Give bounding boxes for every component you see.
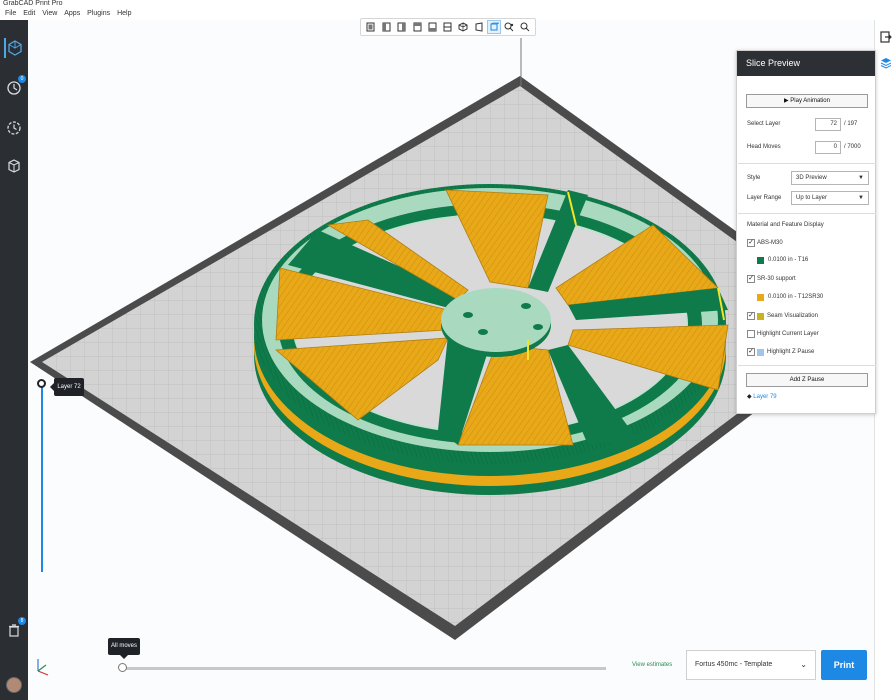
printer-select[interactable]: Fortus 450mc - Template ⌄ — [686, 650, 816, 680]
pause-item[interactable]: ◆ Layer 79 — [747, 393, 777, 400]
style-label: Style — [747, 175, 761, 181]
select-layer-label: Select Layer — [747, 121, 781, 127]
menu-help[interactable]: Help — [117, 8, 131, 20]
head-moves-input[interactable]: 0 — [815, 141, 841, 154]
seam-label: Seam Visualization — [767, 313, 818, 319]
moves-tooltip: All moves — [108, 638, 140, 659]
zoom-icon[interactable] — [518, 20, 532, 34]
support-sub: 0.0100 in - T12SR30 — [768, 294, 824, 300]
axes-gizmo-icon — [32, 655, 54, 677]
slice-preview-panel: Slice Preview ▶ Play Animation Select La… — [736, 50, 876, 414]
layer-slider-track[interactable] — [41, 382, 43, 572]
highlight-layer-label: Highlight Current Layer — [757, 331, 819, 337]
right-strip — [874, 20, 896, 700]
divider — [738, 365, 876, 366]
trash-icon[interactable]: 8 — [4, 617, 26, 640]
menu-apps[interactable]: Apps — [64, 8, 80, 20]
view-top-icon[interactable] — [426, 20, 440, 34]
layer-tooltip: Layer 72 — [50, 378, 84, 396]
chevron-down-icon: ⌄ — [800, 660, 807, 669]
abs-checkbox[interactable]: ✓ — [747, 239, 755, 247]
view-left-icon[interactable] — [395, 20, 409, 34]
print-button[interactable]: Print — [821, 650, 867, 680]
avatar[interactable] — [6, 677, 22, 693]
play-animation-button[interactable]: ▶ Play Animation — [746, 94, 868, 108]
left-sidebar: 0 8 — [0, 20, 28, 700]
seam-swatch — [757, 313, 764, 320]
print-queue-icon[interactable]: 0 — [4, 75, 26, 98]
head-moves-label: Head Moves — [747, 144, 781, 150]
head-moves-max: / 7000 — [844, 144, 861, 150]
orthographic-icon[interactable] — [487, 20, 502, 34]
perspective-icon[interactable] — [472, 20, 486, 34]
layers-icon[interactable] — [880, 56, 892, 74]
fit-view-icon[interactable] — [503, 20, 517, 34]
view-iso-icon[interactable] — [456, 20, 470, 34]
trash-badge: 8 — [18, 617, 26, 625]
layer-slider-handle[interactable] — [37, 379, 46, 388]
menu-edit[interactable]: Edit — [23, 8, 35, 20]
panel-title: Slice Preview — [737, 51, 875, 76]
window-title: GrabCAD Print Pro — [0, 0, 896, 8]
add-z-pause-button[interactable]: Add Z Pause — [746, 373, 868, 387]
chevron-down-icon: ▼ — [858, 175, 864, 181]
menu-view[interactable]: View — [42, 8, 57, 20]
moves-slider-handle[interactable] — [118, 663, 127, 672]
view-front-icon[interactable] — [364, 20, 378, 34]
exit-icon[interactable] — [880, 30, 892, 48]
abs-sub: 0.0100 in - T16 — [768, 257, 809, 263]
view-right-icon[interactable] — [410, 20, 424, 34]
divider — [738, 213, 876, 214]
menu-file[interactable]: File — [5, 8, 16, 20]
support-checkbox[interactable]: ✓ — [747, 275, 755, 283]
menu-plugins[interactable]: Plugins — [87, 8, 110, 20]
support-swatch — [757, 294, 764, 301]
abs-swatch — [757, 257, 764, 264]
models-icon[interactable] — [4, 38, 24, 58]
highlight-pause-label: Highlight Z Pause — [767, 349, 815, 355]
seam-checkbox[interactable]: ✓ — [747, 312, 755, 320]
materials-icon[interactable] — [4, 156, 24, 176]
view-estimates-link[interactable]: View estimates — [632, 662, 672, 668]
support-label: SR-30 support — [757, 276, 796, 282]
view-bottom-icon[interactable] — [441, 20, 455, 34]
pause-swatch — [757, 349, 764, 356]
style-select[interactable]: 3D Preview ▼ — [791, 171, 869, 185]
view-toolbar — [360, 18, 536, 36]
history-icon[interactable] — [4, 118, 24, 138]
highlight-pause-checkbox[interactable]: ✓ — [747, 348, 755, 356]
highlight-layer-checkbox[interactable] — [747, 330, 755, 338]
chevron-down-icon: ▼ — [858, 195, 864, 201]
abs-label: ABS-M30 — [757, 240, 783, 246]
queue-badge: 0 — [18, 75, 26, 83]
section-title: Material and Feature Display — [747, 222, 824, 228]
layer-range-select[interactable]: Up to Layer ▼ — [791, 191, 869, 205]
select-layer-max: / 197 — [844, 121, 858, 127]
select-layer-input[interactable]: 72 — [815, 118, 841, 131]
divider — [738, 163, 876, 164]
moves-slider-track[interactable] — [120, 667, 606, 670]
view-back-icon[interactable] — [379, 20, 393, 34]
layer-range-label: Layer Range — [747, 195, 782, 201]
